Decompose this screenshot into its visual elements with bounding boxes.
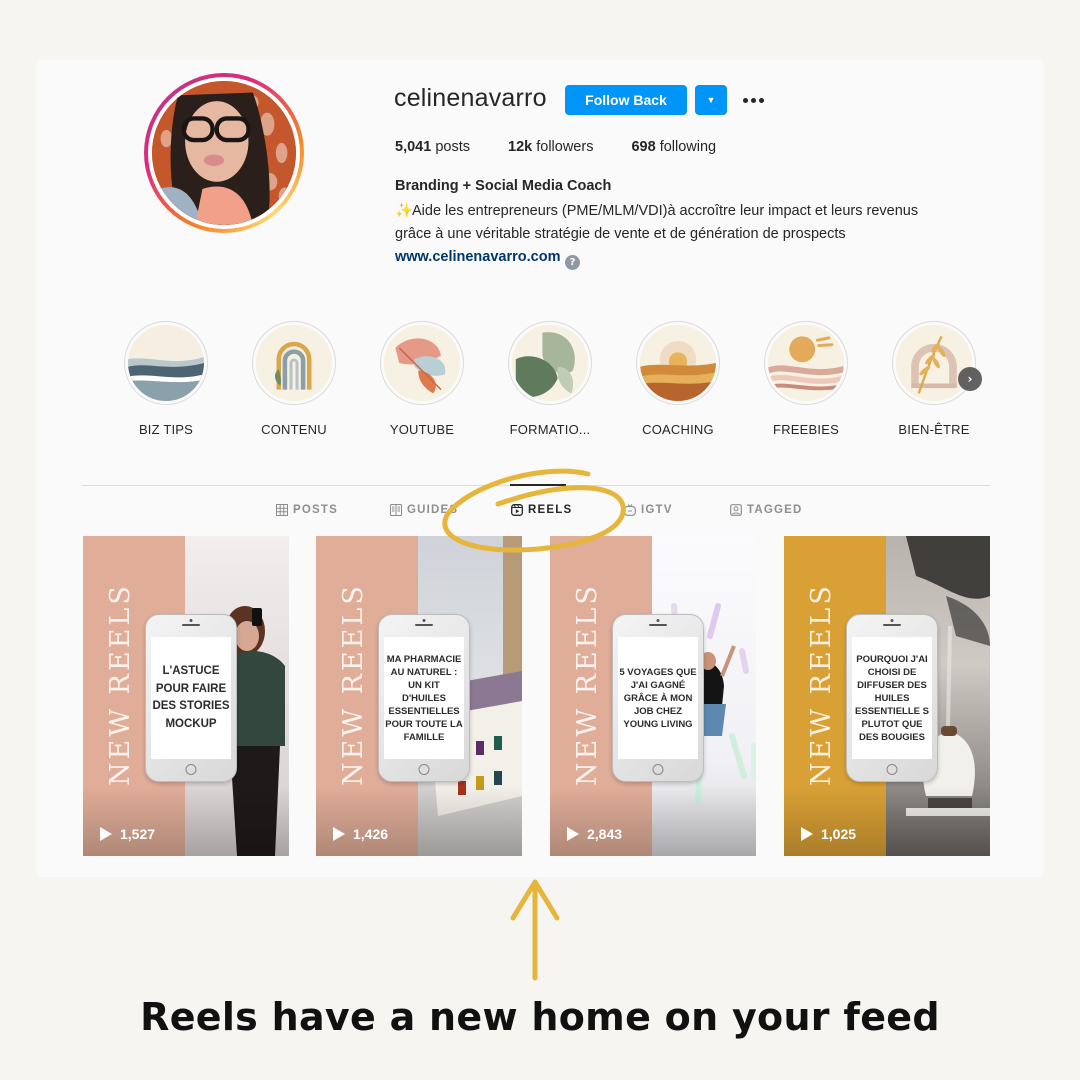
reel-tile[interactable]: NEW REELS MA PHARMACIE AU NATUREL : UN K… [316, 536, 522, 856]
sparkle-icon: ✨ [395, 203, 414, 219]
caption-headline: Reels have a new home on your feed [140, 995, 940, 1039]
reel-views: 1,426 [333, 826, 388, 842]
follow-back-button[interactable]: Follow Back [565, 85, 687, 115]
play-icon [567, 827, 579, 841]
reel-tile[interactable]: NEW REELS L'ASTUCE POUR FAIRE DES STORIE… [83, 536, 289, 856]
tab-igtv[interactable]: IGTV [624, 504, 673, 516]
tagged-icon [730, 504, 742, 516]
phone-screen-text: POURQUOI J'AI CHOISI DE DIFFUSER DES HUI… [852, 637, 932, 759]
bio-name: Branding + Social Media Coach [395, 178, 612, 194]
sun-waves-icon [768, 325, 844, 401]
new-reels-overlay-text: NEW REELS [572, 583, 603, 786]
stat-following[interactable]: 698 following [631, 139, 716, 155]
highlights-next-button[interactable]: › [958, 367, 982, 391]
reels-icon [511, 504, 523, 516]
help-icon[interactable]: ? [565, 255, 580, 270]
phone-mockup: L'ASTUCE POUR FAIRE DES STORIES MOCKUP [145, 614, 237, 782]
highlight-label: YOUTUBE [389, 422, 455, 437]
waves-icon [128, 325, 204, 401]
more-options-button[interactable] [740, 88, 766, 112]
stat-posts: 5,041 posts [395, 139, 470, 155]
phone-screen-text: 5 VOYAGES QUE J'AI GAGNÉ GRÂCE À MON JOB… [618, 637, 698, 759]
phone-screen-text: L'ASTUCE POUR FAIRE DES STORIES MOCKUP [151, 637, 231, 759]
highlight-coaching[interactable]: COACHING [628, 321, 728, 437]
chevron-down-icon: ▼ [706, 95, 716, 105]
tab-guides[interactable]: GUIDES [390, 504, 458, 516]
play-icon [801, 827, 813, 841]
reel-shade [550, 786, 756, 856]
reel-views: 1,025 [801, 826, 856, 842]
profile-stats: 5,041 posts 12k followers 698 following [395, 139, 754, 155]
reel-tile[interactable]: NEW REELS 5 VOYAGES QUE J'AI GAGNÉ GRÂCE… [550, 536, 756, 856]
highlight-biz-tips[interactable]: BIZ TIPS [116, 321, 216, 437]
profile-avatar[interactable] [144, 73, 304, 233]
phone-mockup: 5 VOYAGES QUE J'AI GAGNÉ GRÂCE À MON JOB… [612, 614, 704, 782]
bio-line: grâce à une véritable stratégie de vente… [395, 226, 846, 242]
highlight-label: FREEBIES [773, 422, 839, 437]
more-dot-icon [758, 97, 764, 103]
phone-screen-text: MA PHARMACIE AU NATUREL : UN KIT D'HUILE… [384, 637, 464, 759]
play-icon [333, 827, 345, 841]
highlight-label: FORMATIO... [509, 422, 591, 437]
branch-arch-icon [896, 325, 972, 401]
avatar-photo [152, 81, 296, 225]
tab-posts[interactable]: POSTS [276, 504, 338, 516]
website-link[interactable]: www.celinenavarro.com [395, 249, 560, 265]
reel-tile[interactable]: NEW REELS POURQUOI J'AI CHOISI DE DIFFUS… [784, 536, 990, 856]
reel-views: 2,843 [567, 826, 622, 842]
guides-icon [390, 504, 402, 516]
phone-mockup: POURQUOI J'AI CHOISI DE DIFFUSER DES HUI… [846, 614, 938, 782]
highlight-label: BIZ TIPS [138, 422, 194, 437]
highlight-formation[interactable]: FORMATIO... [500, 321, 600, 437]
highlight-contenu[interactable]: CONTENU [244, 321, 344, 437]
highlight-label: CONTENU [261, 422, 327, 437]
monstera-leaf-icon [384, 325, 460, 401]
highlight-label: BIEN-ÊTRE [898, 422, 970, 437]
new-reels-overlay-text: NEW REELS [338, 583, 369, 786]
leaves-icon [512, 325, 588, 401]
more-dot-icon [750, 97, 756, 103]
phone-mockup: MA PHARMACIE AU NATUREL : UN KIT D'HUILE… [378, 614, 470, 782]
highlight-freebies[interactable]: FREEBIES [756, 321, 856, 437]
new-reels-overlay-text: NEW REELS [105, 583, 136, 786]
bio-line: ✨Aide les entrepreneurs (PME/MLM/VDI)à a… [395, 203, 919, 219]
reel-shade [83, 786, 289, 856]
new-reels-overlay-text: NEW REELS [806, 583, 837, 786]
more-dot-icon [742, 97, 748, 103]
suggestions-dropdown-button[interactable]: ▼ [695, 85, 727, 115]
active-tab-indicator [510, 484, 566, 486]
stat-followers[interactable]: 12k followers [508, 139, 593, 155]
rainbow-icon [256, 325, 332, 401]
reel-shade [784, 786, 990, 856]
tab-tagged[interactable]: TAGGED [730, 504, 803, 516]
profile-username: celinenavarro [394, 84, 547, 112]
reel-views: 1,527 [100, 826, 155, 842]
up-arrow-icon [510, 879, 560, 981]
highlight-youtube[interactable]: YOUTUBE [372, 321, 472, 437]
sunset-dunes-icon [640, 325, 716, 401]
play-icon [100, 827, 112, 841]
reel-shade [316, 786, 522, 856]
igtv-icon [624, 504, 636, 516]
grid-icon [276, 504, 288, 516]
highlight-label: COACHING [642, 422, 714, 437]
tab-reels[interactable]: REELS [511, 504, 572, 516]
